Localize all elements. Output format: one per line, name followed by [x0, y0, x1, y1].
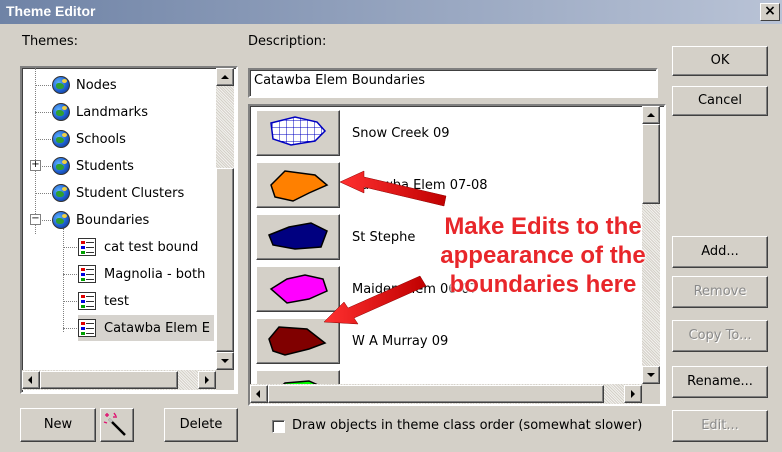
annotation-callout: Make Edits to the appearance of the boun…	[408, 212, 678, 299]
annotation-line: boundaries here	[449, 271, 637, 298]
draw-order-label: Draw objects in theme class order (somew…	[292, 418, 643, 433]
rename-button[interactable]: Rename...	[672, 366, 768, 398]
cancel-button[interactable]: Cancel	[672, 86, 768, 116]
magic-wand-icon	[103, 412, 126, 436]
annotation-line: Make Edits to the	[444, 213, 642, 240]
new-button[interactable]: New	[20, 408, 96, 442]
annotation-line: appearance of the	[440, 242, 646, 269]
remove-button[interactable]: Remove	[672, 276, 768, 308]
add-button[interactable]: Add...	[672, 236, 768, 268]
copy-to-button[interactable]: Copy To...	[672, 320, 768, 352]
delete-button[interactable]: Delete	[164, 408, 238, 442]
draw-order-checkbox[interactable]	[272, 420, 285, 433]
edit-button[interactable]: Edit...	[672, 410, 768, 442]
ok-button[interactable]: OK	[672, 46, 768, 76]
arrow-icon	[339, 170, 447, 207]
magic-wand-button[interactable]	[100, 408, 134, 442]
